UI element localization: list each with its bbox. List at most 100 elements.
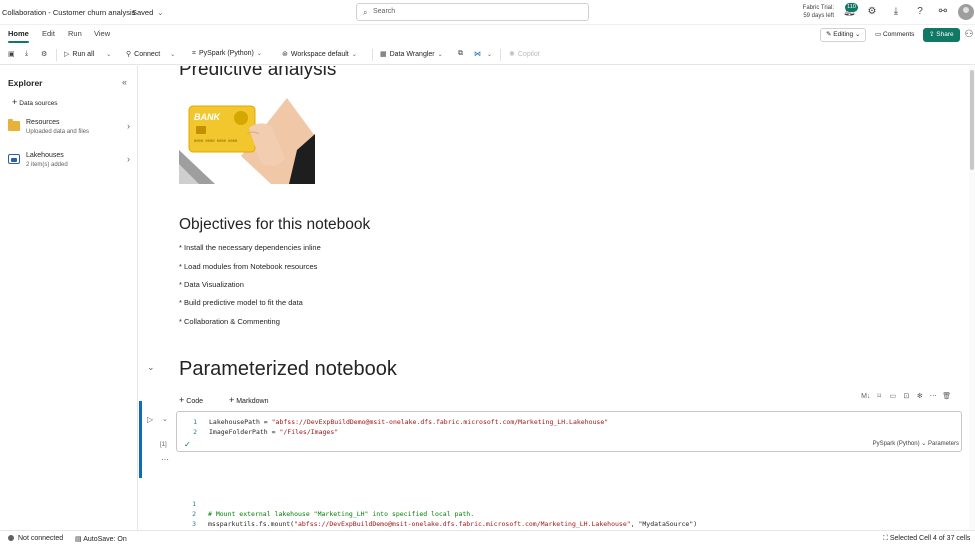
workspace-select[interactable]: ⊛ Workspace default ⌄ <box>282 50 357 58</box>
chevron-down-icon: ⌄ <box>157 8 164 17</box>
people-icon[interactable]: ⚇ <box>963 29 975 41</box>
autosave-status[interactable]: ▤ AutoSave: On <box>75 535 127 543</box>
notebook-title[interactable]: Collaboration - Customer churn analysis <box>2 8 135 17</box>
selection-icon: ⛶ <box>883 535 890 542</box>
explorer-title: Explorer <box>8 78 43 88</box>
notebook-toolbar: ▣ ⤓ ⚙ ▷ Run all ⌄ ⚲ Connect ⌄ ⌗ PySpark (Pyth… <box>0 45 975 65</box>
language-select[interactable]: ⌗ PySpark (Python) ⌄ <box>192 50 262 58</box>
data-wrangler-label: Data Wrangler <box>389 51 435 58</box>
share-button[interactable]: ⇪ Share <box>923 28 960 42</box>
code-line: 3 mssparkutils.fs.mount("abfss://DevExpBu… <box>176 520 697 528</box>
chevron-down-icon: ⌄ <box>437 52 443 58</box>
data-wrangler-button[interactable]: ▦ Data Wrangler ⌄ <box>380 50 443 58</box>
collapse-section-icon[interactable]: ⌄ <box>147 362 155 373</box>
tab-edit[interactable]: Edit <box>42 29 55 38</box>
run-cell-icon[interactable]: ▷ <box>147 415 153 424</box>
gear-icon[interactable]: ⚙ <box>866 6 878 18</box>
line-number: 2 <box>193 428 197 436</box>
workspace-label: Workspace default <box>290 51 349 58</box>
copilot-icon: ✺ <box>509 51 515 58</box>
explorer-item-name: Resources <box>26 119 60 126</box>
language-label: PySpark (Python) <box>198 50 254 57</box>
editing-mode-button[interactable]: ✎ Editing ⌄ <box>820 28 867 42</box>
environment-icon: ⊛ <box>282 51 288 58</box>
code-line: 1 <box>176 500 208 508</box>
delete-icon[interactable]: 🗑︎ <box>940 392 954 400</box>
saved-status[interactable]: Saved ⌄ <box>132 8 164 17</box>
play-icon: ▷ <box>64 51 70 58</box>
line-number: 1 <box>192 500 196 508</box>
code-var: ImageFolderPath = <box>209 428 280 436</box>
data-sources-button[interactable]: + Data sources <box>12 97 58 107</box>
code-string: "abfss://DevExpBuildDemo@msit-onelake.df… <box>271 418 609 426</box>
connection-label: Not connected <box>18 535 64 542</box>
code-icon: ⌗ <box>192 50 196 57</box>
code-line: 2 # Mount external lakehouse "Marketing_L… <box>176 510 474 518</box>
help-icon[interactable]: ? <box>914 6 926 18</box>
tab-run[interactable]: Run <box>68 29 82 38</box>
markdown-toggle-icon[interactable]: M↓ <box>859 393 873 400</box>
code-cell[interactable]: 1 LakehousePath = "abfss://DevExpBuildDem… <box>176 411 962 452</box>
share-people-icon[interactable]: ⚯ <box>937 6 949 18</box>
code-cell[interactable]: 1 2 # Mount external lakehouse "Marketing… <box>176 491 962 530</box>
card-number-text: 0000 0000 0000 0000 <box>194 140 238 144</box>
cell-options-chevron-icon[interactable]: ⌄ <box>162 415 168 423</box>
chevron-down-icon: ⌄ <box>351 52 357 58</box>
line-number: 1 <box>193 418 197 426</box>
comments-label: Comments <box>882 31 915 38</box>
comment-icon: ▭ <box>875 31 883 38</box>
bullet-item: * Load modules from Notebook resources <box>179 262 318 271</box>
freeze-icon[interactable]: ✻ <box>913 392 927 400</box>
copilot-button[interactable]: ✺ Copilot <box>509 50 540 58</box>
explorer-item-name: Lakehouses <box>26 152 64 159</box>
line-number: 3 <box>192 520 196 528</box>
heading-parameterized-notebook: Parameterized notebook <box>179 358 397 380</box>
run-all-label: Run all <box>72 51 95 58</box>
chevron-right-icon[interactable]: › <box>127 121 130 131</box>
connect-button[interactable]: ⚲ Connect ⌄ <box>126 50 175 58</box>
search-placeholder: Search <box>373 8 396 15</box>
scrollbar-thumb[interactable] <box>970 70 974 170</box>
cell-language[interactable]: PySpark (Python) ⌄ Parameters <box>873 440 959 447</box>
code-text: mssparkutils.fs.mount( <box>208 520 295 528</box>
bookmark-icon[interactable]: ⌑ <box>873 392 887 400</box>
download-icon[interactable]: ⤓ <box>25 50 31 58</box>
more-icon[interactable]: ⋯ <box>161 455 169 464</box>
layout-icon[interactable]: ⧉ <box>458 50 466 58</box>
cell-language-label: PySpark (Python) <box>872 441 920 447</box>
chevron-down-icon: ⌄ <box>487 52 493 58</box>
new-notebook-icon[interactable]: ▣ <box>8 50 18 58</box>
line-number: 2 <box>192 510 196 518</box>
add-markdown-label: Markdown <box>236 398 269 405</box>
tab-home[interactable]: Home <box>8 29 29 43</box>
cell-toolbar: M↓ ⌑ ▭ ⊡ ✻ ⋯ 🗑︎ <box>859 392 962 406</box>
search-icon: ⌕ <box>363 8 368 17</box>
comment-icon[interactable]: ▭ <box>886 392 900 400</box>
lock-icon[interactable]: ⊡ <box>900 392 914 400</box>
bullet-item: * Build predictive model to fit the data <box>179 298 303 307</box>
explorer-item-resources[interactable]: Resources Uploaded data and files › <box>8 118 132 142</box>
collapse-panel-icon[interactable]: « <box>122 77 127 87</box>
ribbon-tabs: Home Edit Run View ✎ Editing ⌄ ▭ Comment… <box>0 25 975 45</box>
trial-status[interactable]: Fabric Trial: 59 days left <box>800 4 834 20</box>
more-icon[interactable]: ⋯ <box>927 392 941 400</box>
code-line: 2 ImageFolderPath = "/Files/Images" <box>177 428 338 436</box>
table-icon: ▦ <box>380 51 387 58</box>
download-icon[interactable]: ⤓ <box>890 6 902 18</box>
connection-status[interactable]: Not connected <box>8 535 63 542</box>
lakehouse-icon <box>8 154 20 164</box>
run-all-button[interactable]: ▷ Run all ⌄ <box>64 50 111 58</box>
add-markdown-button[interactable]: + Markdown <box>229 395 281 405</box>
code-string: "abfss://DevExpBuildDemo@msit-onelake.df… <box>294 520 631 528</box>
vscode-icon[interactable]: ⋈ ⌄ <box>474 50 492 58</box>
tab-view[interactable]: View <box>94 29 110 38</box>
heading-objectives: Objectives for this notebook <box>179 216 371 233</box>
status-bar: Not connected ▤ AutoSave: On ⛶ Selected … <box>0 530 975 547</box>
comments-button[interactable]: ▭ Comments <box>869 28 921 42</box>
avatar[interactable] <box>958 4 974 20</box>
search-box[interactable]: ⌕ Search <box>356 3 589 21</box>
add-code-button[interactable]: + Code <box>179 395 215 405</box>
explorer-item-lakehouses[interactable]: Lakehouses 2 item(s) added › <box>8 151 132 175</box>
settings-icon[interactable]: ⚙ <box>41 50 50 58</box>
chevron-right-icon[interactable]: › <box>127 154 130 164</box>
